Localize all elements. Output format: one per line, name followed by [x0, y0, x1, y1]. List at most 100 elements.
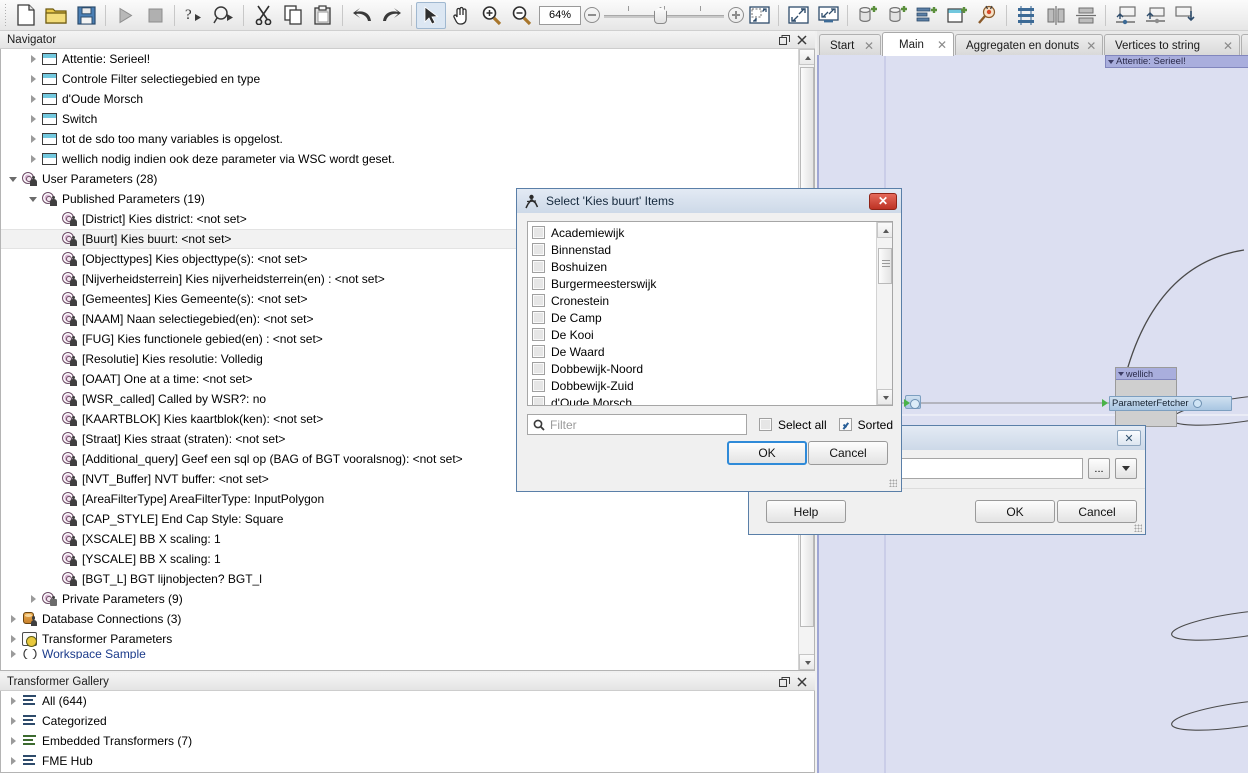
close-icon[interactable]: ✕ — [937, 39, 947, 51]
gallery-item[interactable]: Embedded Transformers (7) — [1, 731, 814, 751]
add-inspector-icon[interactable] — [972, 2, 1002, 29]
list-item[interactable]: Boshuizen — [528, 258, 876, 275]
select-all-checkbox[interactable] — [758, 418, 772, 431]
tree-item[interactable]: [AreaFilterType] AreaFilterType: InputPo… — [1, 489, 798, 509]
distribute-middle-icon[interactable] — [1140, 2, 1170, 29]
tree-item[interactable]: User Parameters (28) — [1, 169, 798, 189]
help-button[interactable]: Help — [766, 500, 846, 523]
tree-toggle-arrow[interactable] — [27, 149, 40, 169]
tree-toggle-arrow[interactable] — [27, 89, 40, 109]
cut-icon[interactable] — [248, 2, 278, 29]
tree-toggle-arrow[interactable] — [27, 129, 40, 149]
tree-toggle-arrow[interactable] — [7, 711, 20, 731]
add-reader-icon[interactable] — [852, 2, 882, 29]
select-items-titlebar[interactable]: Select 'Kies buurt' Items ✕ — [517, 189, 901, 213]
run-icon[interactable] — [110, 2, 140, 29]
tree-item[interactable]: Attentie: Serieel! — [1, 49, 798, 69]
item-checkbox[interactable] — [532, 294, 545, 307]
cancel-button[interactable]: Cancel — [808, 441, 888, 465]
zoom-decrease-icon[interactable] — [584, 7, 600, 23]
tree-item[interactable]: Switch — [1, 109, 798, 129]
add-bookmark-icon[interactable] — [942, 2, 972, 29]
select-all-row[interactable]: Select all — [758, 418, 827, 432]
node-parameterfetcher[interactable]: ParameterFetcher — [1109, 396, 1232, 411]
scroll-up-icon[interactable] — [799, 49, 814, 65]
list-item[interactable]: De Camp — [528, 309, 876, 326]
gallery-item[interactable]: Categorized — [1, 711, 814, 731]
list-item[interactable]: Burgermeesterswijk — [528, 275, 876, 292]
item-checkbox[interactable] — [532, 345, 545, 358]
distribute-top-icon[interactable] — [1110, 2, 1140, 29]
workspace-tab[interactable]: Start ✕ — [819, 34, 881, 56]
item-checkbox[interactable] — [532, 260, 545, 273]
tree-item[interactable]: Workspace Sample — [1, 649, 798, 659]
item-checkbox[interactable] — [532, 226, 545, 239]
tree-item[interactable]: [XSCALE] BB X scaling: 1 — [1, 529, 798, 549]
tree-toggle-arrow[interactable] — [7, 751, 20, 771]
item-checkbox[interactable] — [532, 311, 545, 324]
tree-toggle-arrow[interactable] — [7, 609, 20, 629]
item-checkbox[interactable] — [532, 362, 545, 375]
zoom-fit-window-icon[interactable] — [813, 2, 843, 29]
distribute-bottom-icon[interactable] — [1170, 2, 1200, 29]
align-vertical-icon[interactable] — [1041, 2, 1071, 29]
items-listbox[interactable]: Academiewijk Binnenstad Boshuizen Burgermee… — [527, 221, 893, 406]
tree-toggle-arrow[interactable] — [7, 691, 20, 711]
tree-toggle-arrow[interactable] — [7, 649, 20, 659]
annotation-caption[interactable]: wellich — [1116, 368, 1176, 380]
add-transformer-icon[interactable] — [912, 2, 942, 29]
item-checkbox[interactable] — [532, 243, 545, 256]
tree-toggle-arrow[interactable] — [27, 69, 40, 89]
workspace-tab[interactable]: Vertices to string ✕ — [1104, 34, 1240, 56]
close-icon[interactable] — [797, 34, 807, 45]
collapse-triangle-icon[interactable] — [1118, 371, 1124, 376]
tree-toggle-arrow[interactable] — [27, 109, 40, 129]
tree-toggle-arrow[interactable] — [27, 49, 40, 69]
list-item[interactable]: Cronestein — [528, 292, 876, 309]
copy-icon[interactable] — [278, 2, 308, 29]
filter-input[interactable]: Filter — [527, 414, 747, 435]
list-item[interactable]: d'Oude Morsch — [528, 394, 876, 405]
item-checkbox[interactable] — [532, 396, 545, 405]
workspace-tab[interactable]: Main ✕ — [882, 32, 954, 56]
align-grid-icon[interactable] — [1011, 2, 1041, 29]
tree-toggle-arrow[interactable] — [7, 169, 20, 189]
gallery-body[interactable]: All (644) Categorized Embedded Transformer… — [0, 691, 815, 773]
list-item[interactable]: Dobbewijk-Zuid — [528, 377, 876, 394]
tree-item[interactable]: Database Connections (3) — [1, 609, 798, 629]
zoom-slider-group[interactable] — [584, 6, 744, 24]
list-item[interactable]: De Waard — [528, 343, 876, 360]
gear-icon[interactable] — [1192, 399, 1202, 408]
browse-button[interactable]: ... — [1088, 458, 1110, 479]
float-icon[interactable] — [779, 34, 790, 45]
tree-item[interactable]: tot de sdo too many variables is opgelos… — [1, 129, 798, 149]
zoom-slider[interactable] — [604, 6, 724, 24]
redo-icon[interactable] — [377, 2, 407, 29]
annotation-attentie[interactable]: Attentie: Serieel! — [1105, 55, 1248, 68]
inspect-icon[interactable] — [209, 2, 239, 29]
tree-toggle-arrow[interactable] — [7, 731, 20, 751]
gallery-item[interactable]: All (644) — [1, 691, 814, 711]
scroll-down-icon[interactable] — [799, 654, 814, 670]
tree-toggle-arrow[interactable] — [7, 629, 20, 649]
save-icon[interactable] — [71, 2, 101, 29]
close-button[interactable]: ✕ — [869, 192, 897, 210]
scroll-down-icon[interactable] — [877, 389, 892, 405]
workspace-tab[interactable]: S — [1241, 34, 1248, 56]
tree-item[interactable]: Private Parameters (9) — [1, 589, 798, 609]
list-item[interactable]: Dobbewijk-Noord — [528, 360, 876, 377]
item-checkbox[interactable] — [532, 328, 545, 341]
zoom-out-icon[interactable] — [506, 2, 536, 29]
undo-icon[interactable] — [347, 2, 377, 29]
align-horizontal-icon[interactable] — [1071, 2, 1101, 29]
add-writer-icon[interactable] — [882, 2, 912, 29]
stop-icon[interactable] — [140, 2, 170, 29]
close-button[interactable]: ✕ — [1117, 430, 1141, 446]
toolbar-grip[interactable] — [2, 4, 9, 26]
close-icon[interactable] — [797, 676, 807, 687]
gallery-item[interactable]: FME Hub — [1, 751, 814, 771]
list-item[interactable]: Academiewijk — [528, 224, 876, 241]
scrollbar-thumb[interactable] — [878, 248, 892, 284]
resize-grip[interactable] — [1134, 524, 1142, 532]
items-scrollbar[interactable] — [876, 222, 892, 405]
